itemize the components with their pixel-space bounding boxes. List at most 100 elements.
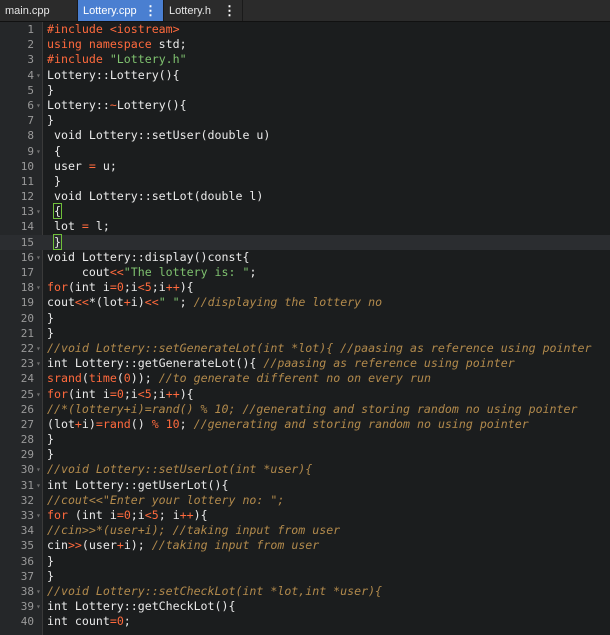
fold-arrow-icon[interactable]: ▾: [36, 250, 41, 265]
code-text: {: [47, 144, 61, 159]
code-line[interactable]: 15 }: [0, 233, 610, 250]
code-token: i);: [123, 538, 152, 553]
code-text: int count=0;: [47, 614, 131, 629]
code-token: 5: [151, 508, 159, 522]
code-line[interactable]: 32 //cout<<"Enter your lottery no: ";: [0, 493, 610, 508]
fold-arrow-icon[interactable]: ▾: [36, 68, 41, 83]
line-number: 39: [20, 600, 34, 614]
code-line[interactable]: 21}: [0, 326, 610, 341]
code-token: }: [47, 310, 54, 325]
tab-menu-icon[interactable]: ⋮: [223, 0, 236, 21]
code-line[interactable]: 25 ▾ for(int i=0;i<5;i++){: [0, 387, 610, 402]
code-editor[interactable]: 1 #include <iostream> 2 using namespace std…: [0, 22, 610, 635]
fold-arrow-icon[interactable]: ▾: [36, 599, 41, 614]
code-line[interactable]: 34 //cin>>*(user+i); //taking input from …: [0, 523, 610, 538]
tab-lottery-h[interactable]: Lottery.h ⋮: [164, 0, 243, 21]
code-token: ++: [165, 386, 180, 401]
code-line[interactable]: 16 ▾ void Lottery::display()const{: [0, 250, 610, 265]
fold-arrow-icon[interactable]: ▾: [36, 462, 41, 477]
code-token: =: [88, 158, 96, 173]
code-line[interactable]: 39 ▾ int Lottery::getCheckLot(){: [0, 599, 610, 614]
code-line[interactable]: 11 }: [0, 174, 610, 189]
code-token: +: [74, 416, 82, 431]
code-token: void Lottery::setLot(double l): [47, 189, 264, 204]
code-token: <<: [109, 265, 124, 279]
code-text: }: [47, 326, 54, 341]
code-token: ;: [179, 295, 194, 310]
code-line[interactable]: 35 cin>>(user+i); //taking input from use…: [0, 538, 610, 553]
line-number: 3: [27, 53, 34, 67]
code-line[interactable]: 1 #include <iostream>: [0, 22, 610, 37]
code-text: }: [47, 432, 54, 447]
code-area[interactable]: 1 #include <iostream> 2 using namespace std…: [0, 22, 610, 630]
code-text: int Lottery::getUserLot(){: [47, 478, 228, 493]
code-text: void Lottery::display()const{: [47, 250, 249, 265]
fold-arrow-icon[interactable]: ▾: [36, 341, 41, 356]
code-token: (: [81, 371, 89, 386]
code-line[interactable]: 37}: [0, 569, 610, 584]
code-line[interactable]: 5}: [0, 83, 610, 98]
code-line[interactable]: 17 cout<<"The lottery is: ";: [0, 265, 610, 280]
fold-arrow-icon[interactable]: ▾: [36, 584, 41, 599]
tab-main-cpp[interactable]: main.cpp: [0, 0, 78, 21]
code-line[interactable]: 19 cout<<*(lot+i)<<" "; //displaying the …: [0, 295, 610, 310]
code-line[interactable]: 18 ▾ for(int i=0;i<5;i++){: [0, 280, 610, 295]
code-token: >>: [67, 538, 82, 553]
fold-arrow-icon[interactable]: ▾: [36, 98, 41, 113]
code-token: //taking input from user: [151, 538, 320, 553]
code-line[interactable]: 3 #include "Lottery.h": [0, 52, 610, 67]
code-line[interactable]: 12 void Lottery::setLot(double l): [0, 189, 610, 204]
code-token: #include <iostream>: [47, 22, 180, 36]
code-token: void Lottery::display()const{: [47, 249, 250, 264]
code-token: }: [47, 432, 54, 447]
fold-arrow-icon[interactable]: ▾: [36, 508, 41, 523]
code-text: for(int i=0;i<5;i++){: [47, 387, 194, 402]
code-line[interactable]: 36}: [0, 554, 610, 569]
code-line[interactable]: 40 int count=0;: [0, 614, 610, 629]
tab-lottery-cpp[interactable]: Lottery.cpp ⋮: [78, 0, 164, 21]
line-number: 16: [20, 250, 34, 264]
code-line[interactable]: 31 ▾ int Lottery::getUserLot(){: [0, 478, 610, 493]
fold-arrow-icon[interactable]: ▾: [36, 280, 41, 295]
code-line[interactable]: 14 lot = l;: [0, 219, 610, 234]
code-token: u;: [95, 158, 117, 173]
code-line[interactable]: 23 ▾ int Lottery::getGenerateLot(){ //paas…: [0, 356, 610, 371]
code-token: ++: [179, 508, 194, 522]
code-token: {: [47, 143, 61, 158]
code-line[interactable]: 10 user = u;: [0, 159, 610, 174]
code-token: ~: [109, 97, 117, 112]
tab-menu-icon[interactable]: ⋮: [144, 0, 157, 21]
code-token: int Lottery::getGenerateLot(){: [47, 356, 264, 371]
code-token: 10: [165, 416, 180, 431]
code-line[interactable]: 33 ▾ for (int i=0;i<5; i++){: [0, 508, 610, 523]
code-line[interactable]: 22 ▾ //void Lottery::setGenerateLot(int *l…: [0, 341, 610, 356]
code-line[interactable]: 6 ▾ Lottery::~Lottery(){: [0, 98, 610, 113]
code-line[interactable]: 13 ▾ {: [0, 203, 610, 220]
code-line[interactable]: 28}: [0, 432, 610, 447]
code-token: time: [88, 371, 117, 386]
code-line[interactable]: 26 //*(lottery+i)=rand() % 10; //generati…: [0, 402, 610, 417]
fold-arrow-icon[interactable]: ▾: [36, 387, 41, 402]
code-line[interactable]: 29}: [0, 447, 610, 462]
code-line[interactable]: 20}: [0, 311, 610, 326]
code-line[interactable]: 8 void Lottery::setUser(double u): [0, 128, 610, 143]
fold-arrow-icon[interactable]: ▾: [36, 356, 41, 371]
fold-arrow-icon[interactable]: ▾: [36, 204, 41, 219]
code-line[interactable]: 4 ▾ Lottery::Lottery(){: [0, 68, 610, 83]
fold-arrow-icon[interactable]: ▾: [36, 144, 41, 159]
fold-arrow-icon[interactable]: ▾: [36, 478, 41, 493]
code-line[interactable]: 7}: [0, 113, 610, 128]
tab-label: main.cpp: [5, 4, 50, 17]
code-token: +: [116, 538, 124, 553]
line-number: 28: [20, 433, 34, 447]
code-token: }: [47, 568, 54, 583]
code-line[interactable]: 38 ▾ //void Lottery::setCheckLot(int *lot,…: [0, 584, 610, 599]
code-line[interactable]: 9 ▾ {: [0, 144, 610, 159]
code-line[interactable]: 30 ▾ //void Lottery::setUserLot(int *user)…: [0, 462, 610, 477]
code-text: }: [47, 113, 54, 128]
code-text: }: [47, 554, 54, 569]
code-line[interactable]: 2 using namespace std;: [0, 37, 610, 52]
code-line[interactable]: 24 srand(time(0)); //to generate differen…: [0, 371, 610, 386]
line-number: 10: [20, 159, 34, 173]
code-line[interactable]: 27 (lot+i)=rand() % 10; //generating and …: [0, 417, 610, 432]
